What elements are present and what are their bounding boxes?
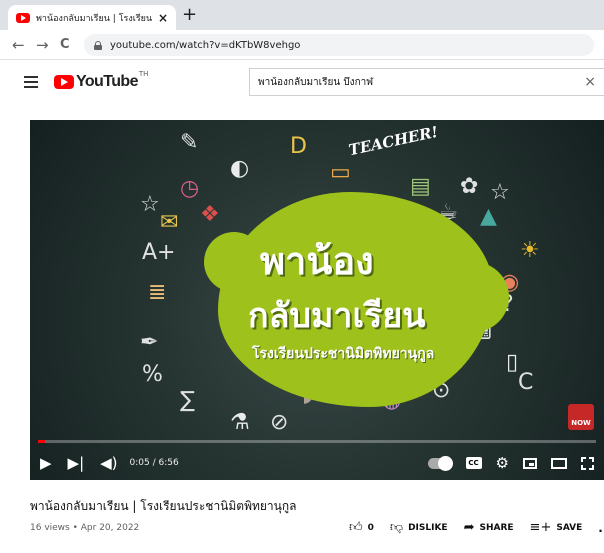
globe-doodle-icon: ◐ <box>230 156 250 181</box>
next-icon[interactable]: ▶| <box>68 454 85 472</box>
gift-doodle-icon: ❖ <box>200 202 220 227</box>
clock-doodle-icon: ◷ <box>180 176 200 201</box>
like-button[interactable]: 👍︎ 0 <box>349 520 374 535</box>
youtube-favicon-icon <box>16 12 30 23</box>
star-doodle-icon: ☆ <box>140 192 160 217</box>
forward-arrow-icon[interactable]: → <box>36 36 49 54</box>
youtube-header: YouTube TH × <box>0 61 604 105</box>
subscribe-now-badge[interactable]: NOW <box>568 404 594 430</box>
racket-doodle-icon: ⊘ <box>270 410 289 435</box>
video-meta: 16 views • Apr 20, 2022 <box>30 523 140 533</box>
star-doodle-icon: ☆ <box>490 180 510 205</box>
menu-icon[interactable] <box>24 76 38 88</box>
flower-doodle-icon: ✿ <box>460 174 479 199</box>
youtube-region-code: TH <box>138 70 149 78</box>
math-doodle-icon: ∑ <box>180 388 195 413</box>
percent-doodle-icon: % <box>142 362 163 387</box>
share-icon: ➦ <box>463 520 475 535</box>
volume-icon[interactable]: ◀) <box>100 454 117 472</box>
theater-mode-icon[interactable] <box>551 457 567 469</box>
video-title: พาน้องกลับมาเรียน | โรงเรียนประชานิมิตพิ… <box>30 499 297 513</box>
ruler-doodle-icon: ▭ <box>330 160 351 185</box>
save-label: SAVE <box>556 522 583 533</box>
browser-tab[interactable]: พาน้องกลับมาเรียน | โรงเรียนประชานิมิ × <box>8 5 176 30</box>
letter-c-doodle-icon: C <box>518 370 534 395</box>
more-actions-icon[interactable]: ... <box>598 521 604 535</box>
chemistry-doodle-icon: ⚗ <box>230 410 250 435</box>
thumbs-down-icon: 👎︎ <box>389 520 404 535</box>
search-input[interactable] <box>258 76 578 88</box>
tab-close-icon[interactable]: × <box>158 11 168 25</box>
youtube-logo-text: YouTube <box>76 73 138 90</box>
thumbnail-school-name: โรงเรียนประชานิมิตพิทยานุกูล <box>252 346 435 362</box>
share-button[interactable]: ➦ SHARE <box>464 520 514 535</box>
url-text[interactable]: youtube.com/watch?v=dKTbW8vehgo <box>110 40 300 51</box>
dislike-button[interactable]: 👎︎ DISLIKE <box>390 520 448 535</box>
pencil-doodle-icon: ✎ <box>180 130 199 155</box>
youtube-logo[interactable]: YouTube TH <box>54 70 149 91</box>
video-progress-bar[interactable] <box>38 440 596 443</box>
pen-doodle-icon: ✒ <box>140 330 159 355</box>
reload-icon[interactable]: C <box>60 37 70 52</box>
autoplay-toggle[interactable] <box>427 455 453 471</box>
thumbnail-title-line1: พาน้อง <box>260 239 374 283</box>
save-button[interactable]: ≡+ SAVE <box>530 520 583 535</box>
address-bar: ← → C youtube.com/watch?v=dKTbW8vehgo <box>0 30 604 60</box>
graduation-cap-doodle-icon: ▲ <box>480 204 497 229</box>
dislike-label: DISLIKE <box>408 522 448 533</box>
video-progress-fill <box>38 440 45 443</box>
back-arrow-icon[interactable]: ← <box>12 36 25 54</box>
lock-icon[interactable] <box>94 40 102 50</box>
fullscreen-icon[interactable] <box>581 456 594 470</box>
player-controls: ▶ ▶| ◀) 0:05 / 6:56 CC ⚙ <box>30 446 604 480</box>
clear-search-icon[interactable]: × <box>584 74 596 90</box>
time-display: 0:05 / 6:56 <box>129 458 179 468</box>
add-to-playlist-icon: ≡+ <box>529 520 552 535</box>
video-actions: 👍︎ 0 👎︎ DISLIKE ➦ SHARE ≡+ SAVE ... <box>349 520 604 535</box>
youtube-play-logo-icon <box>54 75 74 89</box>
captions-icon[interactable]: CC <box>465 457 482 469</box>
play-icon[interactable]: ▶ <box>40 454 52 472</box>
envelope-doodle-icon: ✉ <box>160 210 179 235</box>
browser-tab-bar: พาน้องกลับมาเรียน | โรงเรียนประชานิมิ × … <box>0 0 604 30</box>
gear-icon[interactable]: ⚙ <box>496 454 509 472</box>
like-count: 0 <box>367 522 374 533</box>
thumbnail-title-line2: กลับมาเรียน <box>248 296 426 336</box>
url-field[interactable]: youtube.com/watch?v=dKTbW8vehgo <box>84 34 594 56</box>
sun-doodle-icon: ☀ <box>520 238 540 263</box>
share-label: SHARE <box>479 522 514 533</box>
book-doodle-icon: ▤ <box>410 174 431 199</box>
phone-doodle-icon: ▯ <box>506 350 519 375</box>
books-doodle-icon: ≣ <box>148 280 167 305</box>
new-tab-button[interactable]: + <box>182 4 197 25</box>
miniplayer-icon[interactable] <box>523 457 537 469</box>
video-player[interactable]: ✎ D ◐ ◷ ☆ ▭ ▤ ✿ ☆ ✉ ❖ ☕ ▲ A+ ☀ ≣ ✒ ◉ ? ⌨… <box>30 120 604 480</box>
tab-title: พาน้องกลับมาเรียน | โรงเรียนประชานิมิ <box>36 13 152 24</box>
letter-d-doodle-icon: D <box>290 134 307 159</box>
formula-doodle-icon: A+ <box>142 240 176 265</box>
thumbs-up-icon: 👍︎ <box>349 520 363 535</box>
search-box[interactable]: × <box>249 68 604 96</box>
